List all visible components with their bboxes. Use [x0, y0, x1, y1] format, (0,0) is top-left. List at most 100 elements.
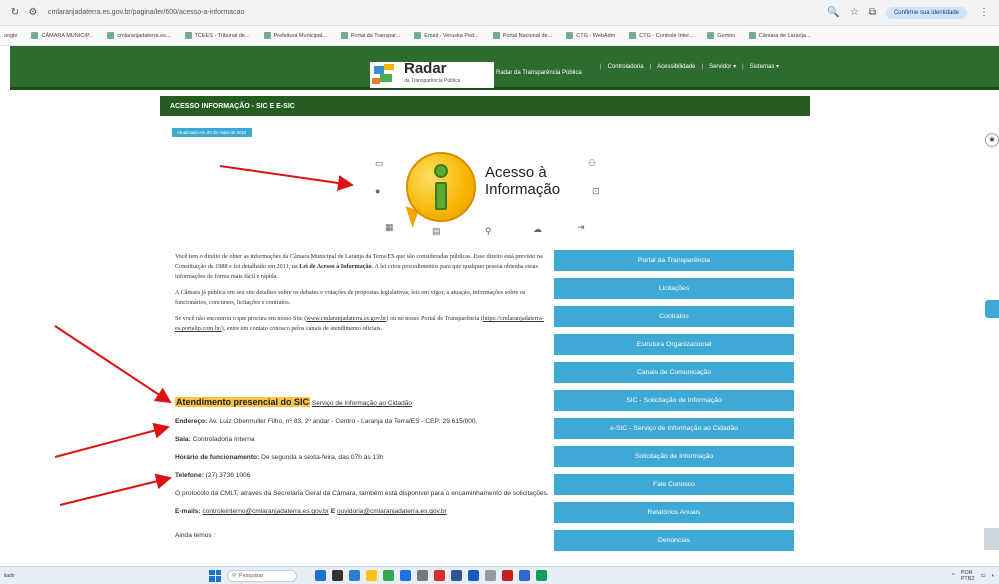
site-link[interactable]: www.cmlaranjadaterra.es.gov.br [306, 315, 386, 322]
bookmarks-bar: oogle CÂMARA MUNICIP... cmlaranjadaterra… [0, 26, 999, 46]
link-esic[interactable]: e-SIC - Serviço de Informação ao Cidadão [554, 418, 794, 439]
taskbar: ilado ⚲ Pesquisar ^ POR PTB2 ▭ ◐ [0, 566, 999, 584]
building-icon: ▦ [385, 222, 394, 232]
bookmark-item[interactable]: CTG - Controle Inter... [629, 32, 693, 39]
link-sic[interactable]: SIC - Solicitação de Informação [554, 390, 794, 411]
ainda-text: Ainda temos : [175, 532, 216, 539]
portal-label: Radar da Transparência Pública [496, 70, 582, 76]
magnifier-icon: ⚲ [485, 226, 492, 236]
radar-logo-icon [370, 62, 400, 88]
arrow-annotation [59, 473, 172, 506]
bookmark-item[interactable]: Portal Nacional de... [492, 32, 552, 39]
cloud-icon: ☁ [533, 224, 542, 234]
confirm-identity-button[interactable]: Confirme sua identidade [885, 6, 967, 19]
link-canais[interactable]: Canais de Comunicação [554, 362, 794, 383]
app-icon[interactable] [434, 570, 445, 581]
app-icon[interactable] [519, 570, 530, 581]
bookmark-item[interactable]: CTG - WebAdm [566, 32, 615, 39]
link-licitacoes[interactable]: Licitações [554, 278, 794, 299]
protocol-text: O protocolo da CMLT, através da Secretar… [175, 490, 549, 497]
arrow-box-icon: ⇥ [577, 222, 585, 232]
bookmark-item[interactable]: Portal da Transpar... [340, 32, 400, 39]
taskbar-search[interactable]: ⚲ Pesquisar [227, 569, 297, 582]
nav-servidor[interactable]: Servidor ▾ [709, 63, 736, 70]
document-icon: ▭ [375, 158, 384, 168]
bookmark-item[interactable]: TCEES - Tribunal de... [184, 32, 250, 39]
status-text: ilado [4, 572, 15, 579]
network-icon: ⚇ [588, 158, 597, 168]
paragraph: Você tem o direito de obter as informaçõ… [175, 253, 543, 280]
side-panel-button[interactable] [985, 300, 999, 318]
windows-start-icon[interactable] [209, 569, 221, 582]
corner-widget[interactable] [984, 528, 999, 550]
link-solicitacao[interactable]: Solicitação de Informação [554, 446, 794, 467]
app-icon[interactable] [366, 570, 377, 581]
address-row: Endereço: Av. Luiz Obermuller Filho, nº … [175, 418, 478, 425]
browser-toolbar: ↻ ⚙ cmlaranjadaterra.es.gov.br/pagina/le… [0, 0, 999, 26]
date-badge: Atualizado em 20 de maio de 2024 [172, 128, 252, 137]
volume-icon[interactable]: ◐ [992, 573, 995, 579]
acesso-informacao-title: Acesso à Informação [485, 164, 561, 198]
room-row: Sala: Controladoria Interna [175, 436, 255, 443]
phone-row: Telefone: (27) 3736 1006 [175, 472, 251, 479]
site-logo[interactable]: Radar da Transparência Pública [370, 61, 494, 88]
system-tray: ^ POR PTB2 ▭ ◐ [952, 570, 995, 582]
app-icon[interactable] [468, 570, 479, 581]
bookmark-item[interactable]: Câmara de Laranja... [748, 32, 810, 39]
main-content: ACESSO INFORMAÇÃO - SIC E E-SIC Atualiza… [160, 96, 810, 576]
app-icon[interactable] [502, 570, 513, 581]
bookmark-item[interactable]: Email - Veruska Ped... [414, 32, 479, 39]
app-icon[interactable] [536, 570, 547, 581]
bookmark-item[interactable]: Gemini [707, 32, 735, 39]
hours-row: Horário de funcionamento: De segunda a s… [175, 454, 384, 461]
logo-subtitle: da Transparência Pública [404, 78, 461, 84]
app-icon[interactable] [383, 570, 394, 581]
favorite-icon[interactable]: ★ [985, 133, 999, 147]
address-bar[interactable]: cmlaranjadaterra.es.gov.br/pagina/ler/60… [48, 9, 827, 16]
bookmark-star-icon[interactable]: ☆ [850, 7, 859, 18]
site-info-icon[interactable]: ⚙ [24, 7, 42, 18]
bookmark-item[interactable]: oogle [4, 33, 17, 39]
link-estrutura[interactable]: Estrutura Organizacional [554, 334, 794, 355]
link-fale-conosco[interactable]: Fale Conosco [554, 474, 794, 495]
app-icon[interactable] [417, 570, 428, 581]
sic-heading: Atendimento presencial do SIC [175, 397, 311, 407]
lock-icon: ⊡ [592, 186, 600, 196]
link-portal-transparencia[interactable]: Portal da Transparência [554, 250, 794, 271]
extensions-icon[interactable]: ⧉ [869, 7, 876, 18]
app-icon[interactable] [332, 570, 343, 581]
paragraph: Se você não encontrou o que procura em n… [175, 315, 544, 332]
arrow-annotation [54, 325, 172, 404]
email-link[interactable]: ouvidoria@cmlaranjadaterra.es.gov.br [337, 508, 447, 515]
bookmark-item[interactable]: Prefeitura Municipal... [263, 32, 327, 39]
lang-indicator[interactable]: POR PTB2 [961, 570, 975, 582]
bookmark-item[interactable]: CÂMARA MUNICIP... [31, 32, 93, 39]
top-nav: | Controladoria | Acessibilidade | Servi… [600, 63, 780, 71]
paragraph: A Câmara já publica em seu site detalhes… [175, 289, 526, 306]
link-denuncias[interactable]: Denúncias [554, 530, 794, 551]
menu-icon[interactable]: ⋮ [975, 7, 993, 18]
link-relatorios[interactable]: Relatórios Anuais [554, 502, 794, 523]
app-icon[interactable] [349, 570, 360, 581]
nav-controladoria[interactable]: Controladoria [608, 64, 644, 70]
app-icon[interactable] [485, 570, 496, 581]
sic-link[interactable]: Serviço de Informação ao Cidadão [312, 400, 412, 407]
reload-icon[interactable]: ↻ [6, 7, 24, 18]
network-icon[interactable]: ▭ [980, 573, 985, 579]
app-icon[interactable] [400, 570, 411, 581]
link-contratos[interactable]: Contratos [554, 306, 794, 327]
zoom-icon[interactable]: 🔍 [827, 7, 839, 18]
site-header [10, 46, 999, 90]
search-icon: ⚲ [232, 572, 237, 579]
chevron-up-icon[interactable]: ^ [952, 573, 955, 579]
emails-row: E-mails: controleinterno@cmlaranjadaterr… [175, 508, 447, 515]
info-icon [399, 148, 480, 228]
nav-sistemas[interactable]: Sistemas ▾ [750, 63, 779, 70]
intro-text: Você tem o direito de obter as informaçõ… [175, 252, 550, 340]
nav-acessibilidade[interactable]: Acessibilidade [657, 64, 695, 70]
app-icon[interactable] [315, 570, 326, 581]
app-icon[interactable] [451, 570, 462, 581]
bookmark-item[interactable]: cmlaranjadaterra.es... [107, 32, 171, 39]
globe-icon: ● [375, 186, 381, 196]
email-link[interactable]: controleinterno@cmlaranjadaterra.es.gov.… [203, 508, 329, 515]
